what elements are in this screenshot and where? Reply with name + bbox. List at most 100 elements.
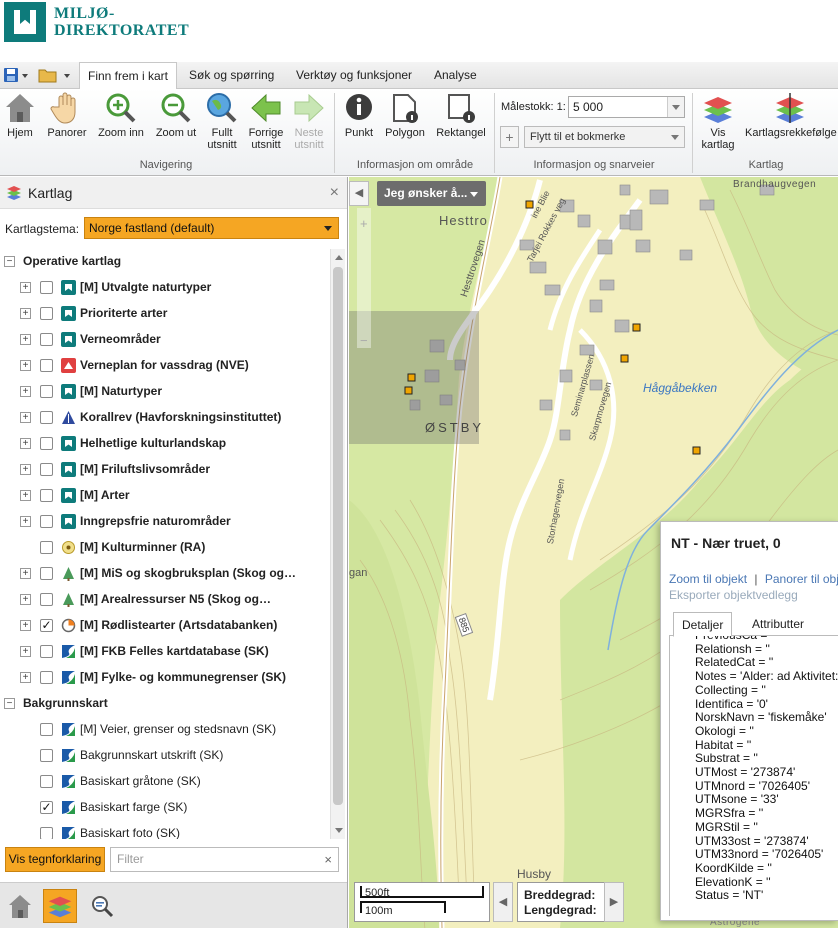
expand-icon[interactable]: + <box>20 438 31 449</box>
layer-item[interactable]: + [M] Arealressurser N5 (Skog og… <box>0 587 330 613</box>
collapse-icon[interactable]: − <box>4 256 15 267</box>
theme-select[interactable]: Norge fastland (default) <box>84 217 339 239</box>
home-button[interactable]: Hjem <box>2 91 38 139</box>
full-extent-button[interactable]: Fullt utsnitt <box>203 91 241 151</box>
expand-icon[interactable]: + <box>20 620 31 631</box>
layer-checkbox[interactable]: ✓ <box>40 619 53 632</box>
layer-checkbox[interactable] <box>40 593 53 606</box>
layer-item[interactable]: [M] Veier, grenser og stedsnavn (SK) <box>0 717 330 743</box>
layer-checkbox[interactable]: ✓ <box>40 801 53 814</box>
filter-input[interactable]: Filter × <box>110 847 339 872</box>
layer-item[interactable]: + [M] Utvalgte naturtyper <box>0 275 330 301</box>
jeg-onsker-button[interactable]: Jeg ønsker å... <box>377 181 486 206</box>
scale-select[interactable]: 5 000 <box>568 96 685 118</box>
save-menu[interactable] <box>3 66 29 84</box>
expand-icon[interactable]: + <box>20 672 31 683</box>
expand-icon[interactable]: + <box>20 464 31 475</box>
scroll-down-icon[interactable] <box>335 828 343 833</box>
layer-item[interactable]: Basiskart foto (SK) <box>0 821 330 839</box>
zoom-out-button[interactable]: Zoom ut <box>152 91 200 139</box>
layer-item[interactable]: + [M] Naturtyper <box>0 379 330 405</box>
layer-item[interactable]: + [M] Fylke- og kommunegrenser (SK) <box>0 665 330 691</box>
folder-icon[interactable] <box>38 66 74 84</box>
expand-icon[interactable]: + <box>20 516 31 527</box>
tab-analyse[interactable]: Analyse <box>426 62 485 89</box>
export-attachments-link[interactable]: Eksporter objektvedlegg <box>669 588 798 602</box>
scrollbar[interactable] <box>330 249 345 839</box>
layers-tab-button[interactable] <box>43 889 77 923</box>
layer-item[interactable]: Bakgrunnskart utskrift (SK) <box>0 743 330 769</box>
expand-icon[interactable]: + <box>20 334 31 345</box>
layer-item[interactable]: + Helhetlige kulturlandskap <box>0 431 330 457</box>
scroll-up-icon[interactable] <box>335 255 343 260</box>
layer-checkbox[interactable] <box>40 541 53 554</box>
rectangle-info-button[interactable]: Rektangel <box>434 91 488 139</box>
section-bakgrunn[interactable]: − Bakgrunnskart <box>0 691 330 717</box>
layer-item[interactable]: + [M] FKB Felles kartdatabase (SK) <box>0 639 330 665</box>
layer-checkbox[interactable] <box>40 333 53 346</box>
expand-icon[interactable]: + <box>20 646 31 657</box>
layer-checkbox[interactable] <box>40 775 53 788</box>
layer-item[interactable]: + [M] Arter <box>0 483 330 509</box>
layer-checkbox[interactable] <box>40 437 53 450</box>
layer-checkbox[interactable] <box>40 567 53 580</box>
layer-item[interactable]: ✓ Basiskart farge (SK) <box>0 795 330 821</box>
search-icon[interactable] <box>86 889 120 923</box>
close-icon[interactable]: × <box>330 184 339 202</box>
bookmark-select[interactable]: Flytt til et bokmerke <box>524 126 685 148</box>
layer-item[interactable]: + [M] MiS og skogbruksplan (Skog og… <box>0 561 330 587</box>
layer-item[interactable]: + Prioriterte arter <box>0 301 330 327</box>
layer-checkbox[interactable] <box>40 671 53 684</box>
show-legend-button[interactable]: Vis tegnforklaring <box>5 847 105 872</box>
layer-checkbox[interactable] <box>40 307 53 320</box>
layer-checkbox[interactable] <box>40 723 53 736</box>
collapse-icon[interactable]: − <box>4 698 15 709</box>
home-icon[interactable] <box>3 889 37 923</box>
layer-checkbox[interactable] <box>40 827 53 839</box>
collapse-panel-button[interactable]: ◀ <box>349 181 369 206</box>
expand-icon[interactable]: + <box>20 282 31 293</box>
pan-button[interactable]: Panorer <box>44 91 90 139</box>
show-layers-button[interactable]: Vis kartlag <box>697 91 739 151</box>
tab-sok[interactable]: Søk og spørring <box>181 62 282 89</box>
expand-icon[interactable]: + <box>20 308 31 319</box>
polygon-info-button[interactable]: Polygon <box>383 91 427 139</box>
layer-checkbox[interactable] <box>40 645 53 658</box>
layer-item[interactable]: + ✓ [M] Rødlistearter (Artsdatabanken) <box>0 613 330 639</box>
layer-item[interactable]: + [M] Friluftslivsområder <box>0 457 330 483</box>
section-operative[interactable]: − Operative kartlag <box>0 249 330 275</box>
zoom-in-button[interactable]: Zoom inn <box>96 91 146 139</box>
tab-finn-frem[interactable]: Finn frem i kart <box>79 62 178 90</box>
layer-checkbox[interactable] <box>40 411 53 424</box>
layer-item[interactable]: Basiskart gråtone (SK) <box>0 769 330 795</box>
layer-item[interactable]: [M] Kulturminner (RA) <box>0 535 330 561</box>
layer-item[interactable]: + Korallrev (Havforskningsinstituttet) <box>0 405 330 431</box>
coords-prev-button[interactable]: ◀ <box>493 882 513 922</box>
expand-icon[interactable]: + <box>20 360 31 371</box>
layer-checkbox[interactable] <box>40 489 53 502</box>
coords-next-button[interactable]: ▶ <box>604 882 624 922</box>
layer-order-button[interactable]: Kartlagsrekkefølge <box>745 91 838 139</box>
next-extent-button[interactable]: Neste utsnitt <box>290 91 328 151</box>
layer-item[interactable]: + Inngrepsfrie naturområder <box>0 509 330 535</box>
clear-icon[interactable]: × <box>324 848 332 871</box>
tab-detaljer[interactable]: Detaljer <box>673 612 733 637</box>
previous-extent-button[interactable]: Forrige utsnitt <box>245 91 287 151</box>
add-bookmark-button[interactable]: + <box>500 126 519 148</box>
layer-item[interactable]: + Verneplan for vassdrag (NVE) <box>0 353 330 379</box>
layer-item[interactable]: + Verneområder <box>0 327 330 353</box>
expand-icon[interactable]: + <box>20 568 31 579</box>
save-icon[interactable] <box>3 66 29 84</box>
expand-icon[interactable]: + <box>20 386 31 397</box>
expand-icon[interactable]: + <box>20 594 31 605</box>
layer-checkbox[interactable] <box>40 463 53 476</box>
layer-checkbox[interactable] <box>40 385 53 398</box>
zoom-to-object-link[interactable]: Zoom til objekt <box>669 572 747 586</box>
tab-attributter[interactable]: Attributter <box>744 612 812 636</box>
layer-checkbox[interactable] <box>40 749 53 762</box>
tab-verktoy[interactable]: Verktøy og funksjoner <box>288 62 420 89</box>
pan-to-object-link[interactable]: Panorer til objekt <box>765 572 838 586</box>
layer-checkbox[interactable] <box>40 281 53 294</box>
layer-checkbox[interactable] <box>40 359 53 372</box>
expand-icon[interactable]: + <box>20 412 31 423</box>
